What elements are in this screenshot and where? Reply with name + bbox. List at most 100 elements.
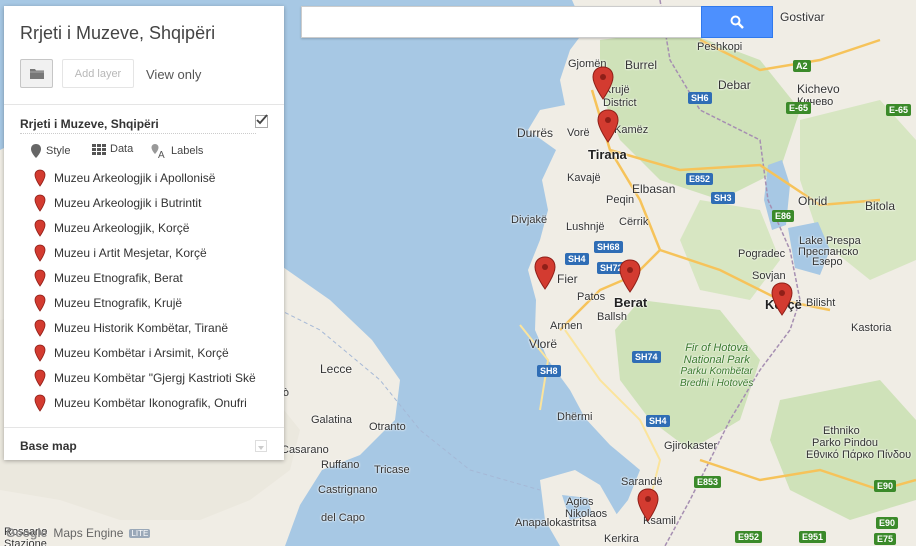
place-label-burrel: Burrel xyxy=(625,58,658,72)
search-input[interactable] xyxy=(302,7,701,37)
park-label-line: Fir of Hotova xyxy=(685,342,749,354)
feature-item[interactable]: Muzeu i Artit Mesjetar, Korçë xyxy=(34,242,274,264)
lite-badge: LITE xyxy=(129,528,151,538)
branding: Google Maps Engine LITE xyxy=(6,526,151,540)
feature-item[interactable]: Muzeu Arkeologjik i Apollonisë xyxy=(34,167,274,189)
place-label-kamez: Kamëz xyxy=(614,124,649,136)
search-box[interactable] xyxy=(301,6,701,38)
base-map-expand-button[interactable] xyxy=(255,440,267,452)
search-icon xyxy=(730,15,744,29)
feature-item[interactable]: Muzeu Historik Kombëtar, Tiranë xyxy=(34,317,274,339)
road-shield: E-65 xyxy=(786,102,812,114)
labels-tool-label: Labels xyxy=(171,145,204,157)
place-label-galatina: Galatina xyxy=(311,414,352,426)
red-pin-icon xyxy=(34,344,46,362)
place-label-vore: Vorë xyxy=(567,127,590,139)
product-name: Maps Engine xyxy=(53,526,124,540)
style-tool-label: Style xyxy=(46,145,71,157)
place-label-kichevo: Kichevo xyxy=(797,82,840,96)
layer-name[interactable]: Rrjeti i Muzeve, Shqipëri xyxy=(20,117,159,131)
feature-item[interactable]: Muzeu Kombëtar Ikonografik, Onufri xyxy=(34,392,274,414)
view-only-status: View only xyxy=(146,67,202,82)
place-label-lake-prespa-cyr2: Езеро xyxy=(812,256,843,268)
feature-label: Muzeu Historik Kombëtar, Tiranë xyxy=(54,321,229,335)
red-pin-icon xyxy=(34,194,46,212)
road-shield: E90 xyxy=(876,517,899,529)
road-shield: SH8 xyxy=(537,365,561,377)
place-label-durres: Durrës xyxy=(517,126,554,140)
divider xyxy=(20,133,256,134)
map-title: Rrjeti i Muzeve, Shqipëri xyxy=(20,23,216,43)
place-label-ohrid: Ohrid xyxy=(798,194,828,208)
road-shield: SH4 xyxy=(565,253,589,265)
red-pin-icon xyxy=(34,219,46,237)
park-label-line: Parku Kombëtar xyxy=(680,366,753,377)
place-label-kastoria: Kastoria xyxy=(851,322,892,334)
feature-label: Muzeu Arkeologjik i Butrintit xyxy=(54,196,202,210)
style-pin-icon xyxy=(31,144,41,158)
search-button[interactable] xyxy=(701,6,773,38)
place-label-bilisht: Bilisht xyxy=(806,297,836,309)
google-logo: Google xyxy=(6,526,48,540)
labels-icon: A xyxy=(151,144,165,159)
open-map-button[interactable] xyxy=(20,59,53,88)
labels-tool[interactable]: A Labels xyxy=(151,143,203,159)
place-label-ballsh: Ballsh xyxy=(597,311,627,323)
road-shield: E853 xyxy=(694,476,722,488)
place-label-tricase: Tricase xyxy=(374,464,410,476)
base-map-heading[interactable]: Base map xyxy=(20,439,77,453)
place-label-pogradec: Pogradec xyxy=(738,248,786,260)
road-shield: E952 xyxy=(735,531,763,543)
place-label-otranto: Otranto xyxy=(369,421,406,433)
map-pin-tirane[interactable] xyxy=(597,109,619,143)
place-label-sovjan: Sovjan xyxy=(752,270,786,282)
folder-icon xyxy=(29,69,44,79)
place-label-fier: Fier xyxy=(557,272,578,286)
layer-visibility-checkbox[interactable] xyxy=(255,114,268,128)
road-shield: E90 xyxy=(874,480,897,492)
feature-item[interactable]: Muzeu Kombëtar i Arsimit, Korçë xyxy=(34,342,274,364)
map-pin-kruje[interactable] xyxy=(592,66,614,100)
feature-label: Muzeu Kombëtar i Arsimit, Korçë xyxy=(54,346,229,360)
place-label-peshkopi: Peshkopi xyxy=(697,41,743,53)
road-shield: E852 xyxy=(686,173,714,185)
place-label-berat: Berat xyxy=(614,295,648,310)
feature-item[interactable]: Muzeu Arkeologjik, Korçë xyxy=(34,217,274,239)
place-label-elbasan: Elbasan xyxy=(632,182,676,196)
map-pin-apolloni[interactable] xyxy=(534,256,556,290)
layers-panel: Rrjeti i Muzeve, Shqipëri Add layer View… xyxy=(4,6,284,460)
feature-item[interactable]: Muzeu Arkeologjik i Butrintit xyxy=(34,192,274,214)
place-label-cerrik: Cërrik xyxy=(619,216,649,228)
feature-item[interactable]: Muzeu Etnografik, Berat xyxy=(34,267,274,289)
feature-item[interactable]: Muzeu Etnografik, Krujë xyxy=(34,292,274,314)
park-label-line: Bredhi i Hotovës xyxy=(680,378,754,389)
map-pin-korce[interactable] xyxy=(771,282,793,316)
feature-label: Muzeu Etnografik, Krujë xyxy=(54,296,183,310)
map-pin-butrint[interactable] xyxy=(637,488,659,522)
place-label-anapalokastritsa: Anapalokastritsa xyxy=(515,517,597,529)
place-label-vlore: Vlorë xyxy=(529,337,558,351)
feature-label: Muzeu i Artit Mesjetar, Korçë xyxy=(54,246,207,260)
road-shield: A2 xyxy=(793,60,811,72)
feature-label: Muzeu Arkeologjik i Apollonisë xyxy=(54,171,216,185)
style-tool[interactable]: Style xyxy=(30,143,70,159)
place-label-bitola: Bitola xyxy=(865,199,896,213)
red-pin-icon xyxy=(34,169,46,187)
place-label-agios: Agios xyxy=(566,496,594,508)
place-label-castrignano: Castrignano xyxy=(318,484,378,496)
road-shield: SH3 xyxy=(711,192,735,204)
checkmark-icon xyxy=(256,114,268,125)
data-tool[interactable]: Data xyxy=(92,143,133,155)
feature-label: Muzeu Arkeologjik, Korçë xyxy=(54,221,190,235)
feature-item[interactable]: Muzeu Kombëtar "Gjergj Kastrioti Skë xyxy=(34,367,274,389)
red-pin-icon xyxy=(34,369,46,387)
feature-label: Muzeu Etnografik, Berat xyxy=(54,271,183,285)
divider xyxy=(4,427,284,428)
map-pin-berat[interactable] xyxy=(619,259,641,293)
place-label-sarande: Sarandë xyxy=(621,476,663,488)
park-label: Fir of Hotova National Park Parku Kombëtar… xyxy=(680,342,753,390)
data-tool-label: Data xyxy=(110,143,134,155)
divider xyxy=(4,104,284,105)
place-label-patos: Patos xyxy=(577,291,606,303)
red-pin-icon xyxy=(34,294,46,312)
